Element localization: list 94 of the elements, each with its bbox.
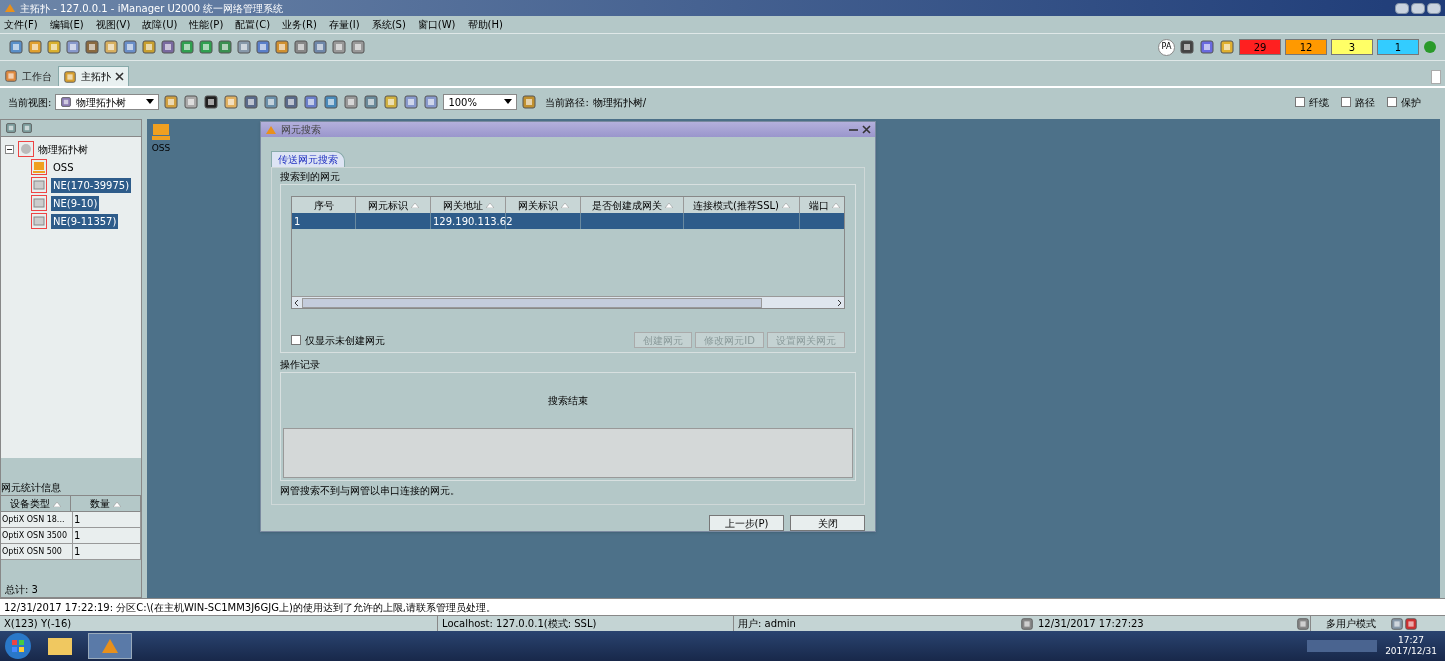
tab[interactable]: 传送网元搜索 (271, 151, 345, 167)
table-cell: OptiX OSN 3500 (1, 528, 73, 543)
checkbox-label: 路径 (1355, 95, 1375, 110)
menu-item[interactable]: 系统(S) (371, 17, 406, 32)
menu-item[interactable]: 配置(C) (235, 17, 271, 32)
view-dropdown[interactable]: 物理拓扑树 (55, 94, 160, 110)
view-label: 当前视图: (8, 95, 52, 110)
close-button[interactable] (1427, 2, 1441, 14)
sort-icon (832, 202, 840, 208)
pa-button[interactable]: PA (1158, 38, 1175, 56)
clock-time: 17:27 (1398, 635, 1425, 646)
dialog-title: 网元搜索 (281, 123, 321, 137)
alarm-counter[interactable]: 1 (1377, 39, 1419, 55)
checkbox-label: 保护 (1401, 95, 1421, 110)
sort-icon (410, 202, 419, 208)
device-icon (31, 177, 47, 194)
maximize-button[interactable] (1411, 2, 1425, 14)
device-icon (31, 213, 47, 230)
checkbox[interactable] (291, 335, 301, 345)
close-icon[interactable] (115, 72, 124, 81)
computer-icon (31, 159, 47, 176)
tab[interactable]: 工作台 (0, 66, 56, 86)
coordinates-text: X(123) Y(-16) (3, 617, 73, 631)
dialog-button[interactable]: 上一步(P) (709, 515, 784, 531)
tool-icon[interactable] (203, 94, 220, 110)
log-message: 搜索结束 (548, 394, 588, 408)
alarm-counter[interactable]: 12 (1285, 39, 1327, 55)
sort-icon (560, 202, 569, 208)
horizontal-scrollbar[interactable] (292, 296, 844, 308)
clock-date: 2017/12/31 (1385, 646, 1437, 657)
zoom-dropdown[interactable]: 100% (443, 94, 518, 110)
checkbox[interactable] (1295, 97, 1305, 107)
path-label: 当前路径: (545, 95, 589, 110)
table-cell: 1 (73, 528, 141, 543)
tab[interactable]: 主拓扑 (58, 66, 129, 86)
device-icon (31, 195, 47, 212)
table-cell: 1 (73, 544, 141, 559)
tree-item[interactable]: 物理拓扑树 (38, 141, 88, 157)
tree-item[interactable]: OSS (51, 159, 76, 175)
tree-item[interactable]: NE(170-39975) (51, 177, 132, 193)
tree-item[interactable]: NE(9-10) (51, 195, 100, 211)
sort-icon (782, 202, 791, 208)
dropdown-button[interactable] (1431, 70, 1441, 84)
app-logo-icon (4, 2, 16, 14)
table-cell: OptiX OSN 500 (1, 544, 73, 559)
panel-title: 网元统计信息 (1, 481, 62, 495)
menu-item[interactable]: 存量(I) (328, 17, 360, 32)
app-taskbar-icon[interactable] (88, 633, 132, 659)
group-title: 搜索到的网元 (280, 170, 341, 184)
menu-item[interactable]: 编辑(E) (49, 17, 84, 32)
message-text: 12/31/2017 17:22:19: 分区C:\(在主机WIN-SC1MM3J6GJG上)的使用达到了允许的上限,请联系管理员处理。 (4, 600, 496, 615)
alarm-counter[interactable]: 3 (1331, 39, 1373, 55)
table-row[interactable]: 1 129.190.113.62 (292, 213, 844, 229)
computer-icon[interactable] (151, 122, 171, 142)
window-title: 主拓扑 - 127.0.0.1 - iManager U2000 统一网络管理系统 (20, 1, 284, 16)
dialog-button[interactable]: 关闭 (790, 515, 865, 531)
table-cell: OptiX OSN 18... (1, 512, 73, 527)
dropdown-caret-icon (504, 99, 513, 105)
datetime-text: 12/31/2017 17:27:23 (1037, 617, 1145, 631)
total-count: 总计: 3 (4, 583, 39, 597)
table-cell: 1 (73, 512, 141, 527)
group-title: 操作记录 (280, 358, 321, 372)
collapse-toggle[interactable] (5, 144, 14, 154)
note-text: 网管搜索不到与网管以串口连接的网元。 (280, 484, 461, 498)
checkbox-label: 仅显示未创建网元 (305, 333, 385, 348)
globe-icon (18, 141, 34, 158)
tree-item[interactable]: NE(9-11357) (51, 213, 119, 229)
table-cell-text: 129.190.113.62 (433, 214, 513, 229)
status-indicator-icon (1423, 40, 1437, 54)
minimize-button[interactable] (1395, 2, 1409, 14)
sort-icon (113, 500, 121, 507)
menu-item[interactable]: 文件(F) (4, 17, 38, 32)
start-button[interactable] (4, 632, 32, 660)
node-label: OSS (151, 142, 171, 155)
tab-icon[interactable] (4, 68, 18, 84)
sort-icon (53, 500, 61, 507)
tab-icon[interactable] (63, 68, 77, 85)
menu-item[interactable]: 业务(R) (282, 17, 317, 32)
menu-item[interactable]: 故障(U) (142, 17, 178, 32)
alarm-counter[interactable]: 29 (1239, 39, 1281, 55)
menu-item[interactable]: 窗口(W) (417, 17, 456, 32)
table-cell-text: 1 (294, 214, 301, 229)
menu-item[interactable]: 帮助(H) (467, 17, 503, 32)
sort-icon (485, 202, 494, 208)
path-value: 物理拓扑树/ (592, 95, 647, 110)
close-icon[interactable] (862, 125, 871, 134)
checkbox[interactable] (1387, 97, 1397, 107)
checkbox[interactable] (1341, 97, 1351, 107)
sort-icon (664, 202, 673, 208)
dropdown-caret-icon (146, 99, 155, 105)
app-logo-icon (265, 124, 277, 135)
menu-item[interactable]: 性能(P) (189, 17, 224, 32)
menu-item[interactable]: 视图(V) (95, 17, 131, 32)
checkbox-label: 纤缆 (1309, 95, 1329, 110)
